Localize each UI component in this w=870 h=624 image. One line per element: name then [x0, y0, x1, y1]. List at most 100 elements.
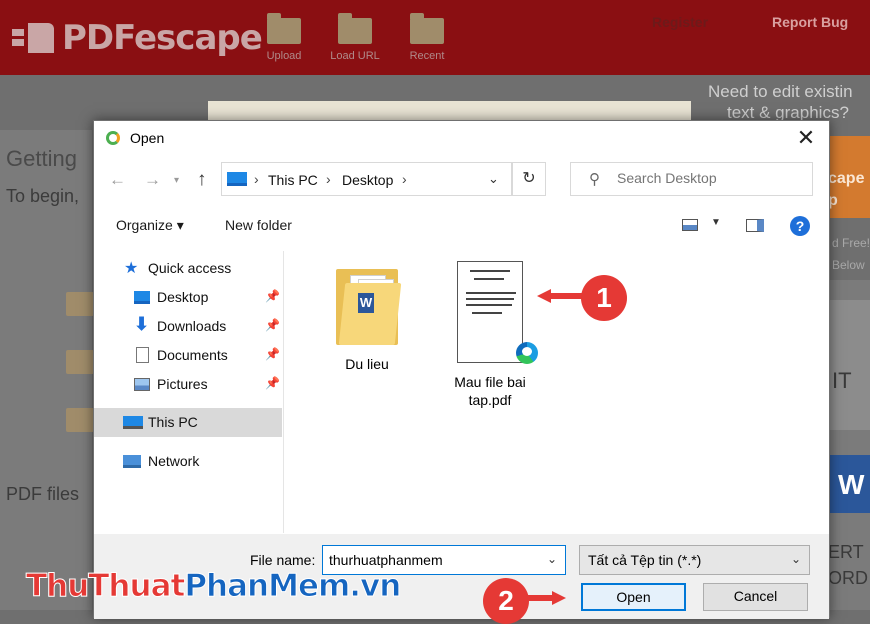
link-folder-icon-bg — [66, 350, 94, 374]
upload-button[interactable]: Upload — [256, 13, 312, 62]
watermark: ThuThuatPhanMem.vn — [25, 568, 402, 605]
orange-line-2: p — [828, 192, 838, 209]
pin-icon[interactable]: 📌 — [265, 318, 280, 332]
sidebar-item-label: Quick access — [148, 260, 232, 276]
file-item-du-lieu[interactable]: W Du lieu — [312, 263, 422, 373]
file-label-line-2: tap.pdf — [468, 392, 512, 408]
load-url-button[interactable]: Load URL — [327, 13, 383, 62]
ord-text: ORD — [828, 568, 868, 588]
close-icon[interactable]: ✕ — [793, 125, 819, 151]
help-icon[interactable]: ? — [790, 216, 810, 236]
chevron-down-icon[interactable]: ⌄ — [547, 552, 557, 566]
edge-browser-icon — [516, 342, 538, 364]
dialog-titlebar[interactable]: Open ✕ — [94, 121, 829, 155]
sidebar-item-quick-access[interactable]: ★ Quick access — [94, 254, 282, 283]
report-bug-link[interactable]: Report Bug — [772, 14, 848, 30]
open-button[interactable]: Open — [581, 583, 686, 611]
sidebar-item-network[interactable]: Network — [94, 447, 282, 476]
pdf-files-text: PDF files — [6, 484, 80, 504]
up-arrow-icon[interactable]: ↑ — [197, 169, 207, 191]
register-link[interactable]: Register — [652, 14, 708, 30]
load-url-label: Load URL — [330, 50, 380, 62]
star-icon: ★ — [124, 260, 139, 277]
refresh-icon: ↻ — [522, 170, 536, 187]
pdf-thumbnail — [457, 261, 538, 364]
file-item-mau-file-bai-tap[interactable]: Mau file bai tap.pdf — [435, 261, 545, 409]
sidebar-item-this-pc[interactable]: This PC — [94, 408, 282, 437]
pictures-icon — [134, 378, 150, 391]
breadcrumb-desktop[interactable]: Desktop — [342, 172, 393, 188]
upload-folder-icon-bg — [66, 292, 94, 316]
promo-line-1: Need to edit existin — [708, 82, 853, 101]
getting-started-heading: Getting — [6, 146, 77, 171]
document-icon — [136, 347, 149, 363]
it-text: IT — [832, 368, 852, 393]
pdfescape-logo[interactable]: PDFescape — [12, 18, 263, 58]
view-dropdown-icon[interactable]: ▼ — [711, 217, 721, 228]
watermark-part-2: PhanMem — [184, 568, 351, 605]
recent-label: Recent — [409, 50, 445, 62]
navigation-pane: ★ Quick access Desktop 📌 ⬇ Downloads 📌 D… — [94, 251, 284, 533]
file-name-input[interactable] — [329, 552, 539, 568]
breadcrumb-separator-icon: › — [326, 171, 331, 187]
step-2-arrow-icon — [514, 591, 566, 605]
pin-icon[interactable]: 📌 — [265, 347, 280, 361]
recent-button[interactable]: Recent — [399, 13, 455, 62]
clock-folder-icon-bg — [66, 408, 94, 432]
organize-button[interactable]: Organize ▾ — [116, 217, 184, 234]
file-label-line-1: Mau file bai — [454, 374, 526, 390]
this-pc-icon — [227, 172, 247, 186]
preview-pane-icon[interactable] — [746, 219, 764, 232]
watermark-part-1: ThuThuat — [25, 568, 185, 605]
word-doc-icon: W — [358, 293, 374, 313]
to-begin-text: To begin, — [6, 186, 80, 206]
search-input[interactable] — [617, 170, 797, 186]
right-card — [826, 300, 870, 430]
sidebar-item-label: Desktop — [157, 289, 209, 305]
orange-promo-text: cape p — [828, 168, 864, 212]
forward-arrow-icon[interactable]: → — [144, 170, 161, 190]
chrome-app-icon — [106, 131, 120, 145]
free-text: d Free! — [832, 236, 870, 250]
cancel-button[interactable]: Cancel — [703, 583, 808, 611]
orange-line-1: cape — [828, 170, 865, 187]
clock-folder-icon — [410, 13, 444, 44]
address-dropdown-icon[interactable]: ⌄ — [488, 171, 499, 187]
command-bar: Organize ▾ New folder ▼ — [94, 208, 829, 244]
file-type-value: Tất cả Tệp tin (*.*) — [588, 552, 702, 568]
step-1-badge: 1 — [581, 275, 627, 321]
download-arrow-icon: ⬇ — [134, 314, 150, 334]
sidebar-item-documents[interactable]: Documents 📌 — [94, 341, 282, 370]
change-view-icon[interactable] — [682, 219, 698, 231]
logo-mark-icon — [12, 21, 56, 55]
logo-text: PDFescape — [62, 18, 263, 58]
file-type-select[interactable]: Tất cả Tệp tin (*.*) ⌄ — [579, 545, 810, 575]
dialog-title: Open — [130, 130, 165, 146]
address-bar[interactable]: › This PC › Desktop › ⌄ — [221, 162, 512, 196]
breadcrumb-this-pc[interactable]: This PC — [268, 172, 318, 188]
chevron-down-icon[interactable]: ⌄ — [791, 552, 801, 566]
pin-icon[interactable]: 📌 — [265, 376, 280, 390]
navigation-bar: ← → ▾ ↑ › This PC › Desktop › ⌄ ↻ ⚲ — [94, 161, 829, 201]
sidebar-item-label: Downloads — [157, 318, 227, 334]
sidebar-item-desktop[interactable]: Desktop 📌 — [94, 283, 282, 312]
sidebar-item-label: This PC — [148, 414, 198, 430]
upload-label: Upload — [266, 50, 302, 62]
sidebar-item-downloads[interactable]: ⬇ Downloads 📌 — [94, 312, 282, 341]
back-arrow-icon[interactable]: ← — [109, 170, 126, 190]
sidebar-item-label: Pictures — [157, 376, 208, 392]
word-icon: W — [828, 455, 870, 513]
recent-locations-icon[interactable]: ▾ — [174, 175, 179, 186]
breadcrumb-separator-icon: › — [254, 171, 259, 187]
sidebar-item-label: Network — [148, 453, 200, 469]
breadcrumb-separator-icon: › — [402, 171, 407, 187]
file-name-label: File name: — [250, 552, 316, 568]
folder-icon: W — [336, 263, 402, 345]
watermark-part-3: .vn — [349, 568, 402, 605]
refresh-button[interactable]: ↻ — [512, 162, 546, 196]
desktop-icon — [134, 291, 150, 304]
sidebar-item-pictures[interactable]: Pictures 📌 — [94, 370, 282, 399]
pin-icon[interactable]: 📌 — [265, 289, 280, 303]
search-box[interactable]: ⚲ — [570, 162, 813, 196]
new-folder-button[interactable]: New folder — [225, 217, 292, 233]
